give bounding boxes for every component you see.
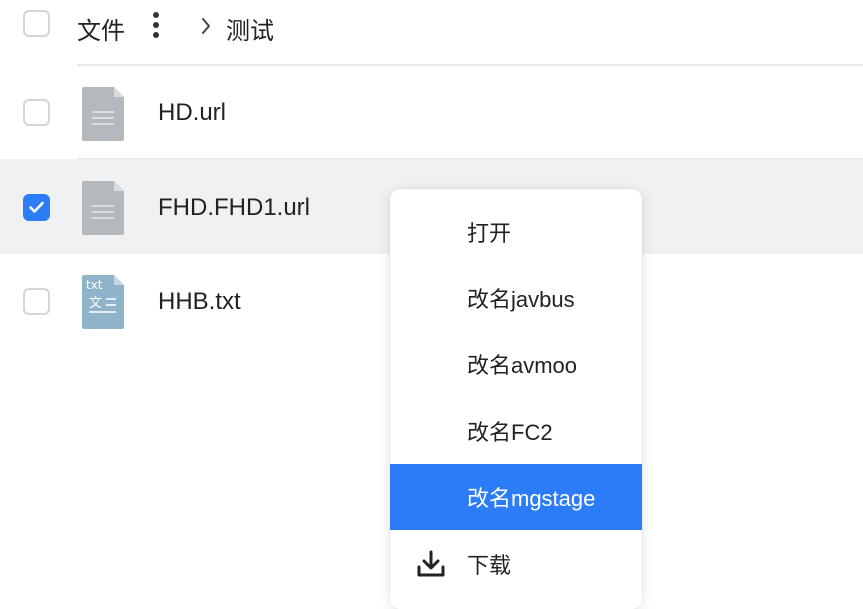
chevron-right-icon: [202, 18, 210, 34]
file-row[interactable]: HD.url: [0, 66, 863, 161]
menu-item-rename-fc2[interactable]: 改名FC2: [390, 398, 642, 464]
select-all-checkbox[interactable]: [23, 10, 50, 37]
menu-item-label: 改名FC2: [467, 420, 553, 445]
menu-item-rename-javbus[interactable]: 改名javbus: [390, 265, 642, 331]
txt-file-icon: txt 文: [82, 275, 124, 329]
files-title: 文件: [77, 18, 125, 45]
menu-item-label: 改名mgstage: [467, 486, 596, 511]
context-menu: 打开 改名javbus 改名avmoo 改名FC2 改名mgstage 下载: [390, 189, 642, 609]
menu-item-label: 改名javbus: [467, 287, 575, 312]
breadcrumb-current[interactable]: 测试: [226, 11, 274, 46]
menu-item-label: 改名avmoo: [467, 353, 578, 378]
row-checkbox[interactable]: [23, 288, 50, 315]
checkmark-icon: [29, 201, 44, 213]
download-icon: [417, 550, 445, 577]
menu-item-download[interactable]: 下载: [390, 531, 642, 597]
menu-item-label: 下载: [467, 553, 512, 578]
menu-item-open[interactable]: 打开: [390, 199, 642, 265]
row-checkbox-checked[interactable]: [23, 194, 50, 221]
document-icon: [82, 87, 124, 141]
txt-icon-glyph: 文: [89, 296, 102, 311]
kebab-vertical-icon[interactable]: [151, 12, 161, 38]
document-icon: [82, 181, 124, 235]
file-name[interactable]: HHB.txt: [158, 288, 241, 316]
file-name[interactable]: HD.url: [158, 99, 226, 127]
row-checkbox[interactable]: [23, 99, 50, 126]
menu-item-rename-avmoo[interactable]: 改名avmoo: [390, 331, 642, 397]
menu-item-label: 打开: [467, 221, 512, 246]
file-name[interactable]: FHD.FHD1.url: [158, 194, 310, 222]
menu-item-rename-mgstage[interactable]: 改名mgstage: [390, 464, 642, 530]
txt-icon-label: txt: [86, 278, 103, 292]
